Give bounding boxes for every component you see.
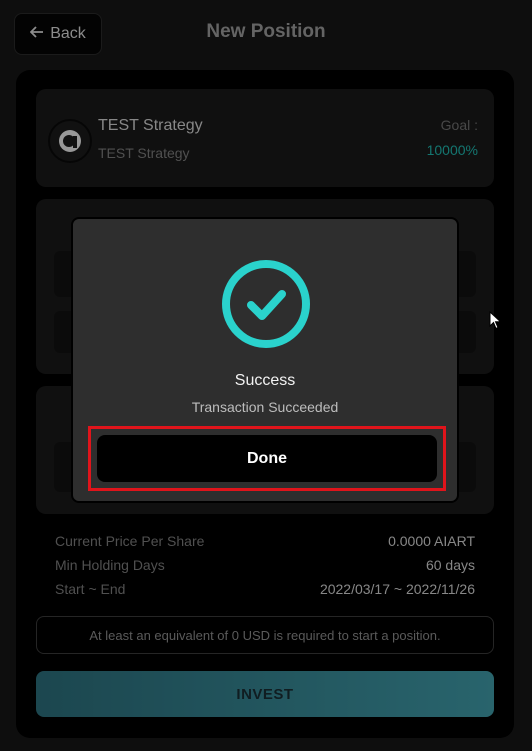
mouse-cursor-icon (489, 311, 502, 330)
modal-subtitle: Transaction Succeeded (191, 399, 339, 415)
modal-title: Success (234, 372, 296, 389)
done-highlight: Done (88, 426, 446, 491)
success-modal: Success Transaction Succeeded Done (71, 217, 459, 503)
check-circle-icon (222, 260, 310, 348)
done-button[interactable]: Done (97, 435, 437, 482)
